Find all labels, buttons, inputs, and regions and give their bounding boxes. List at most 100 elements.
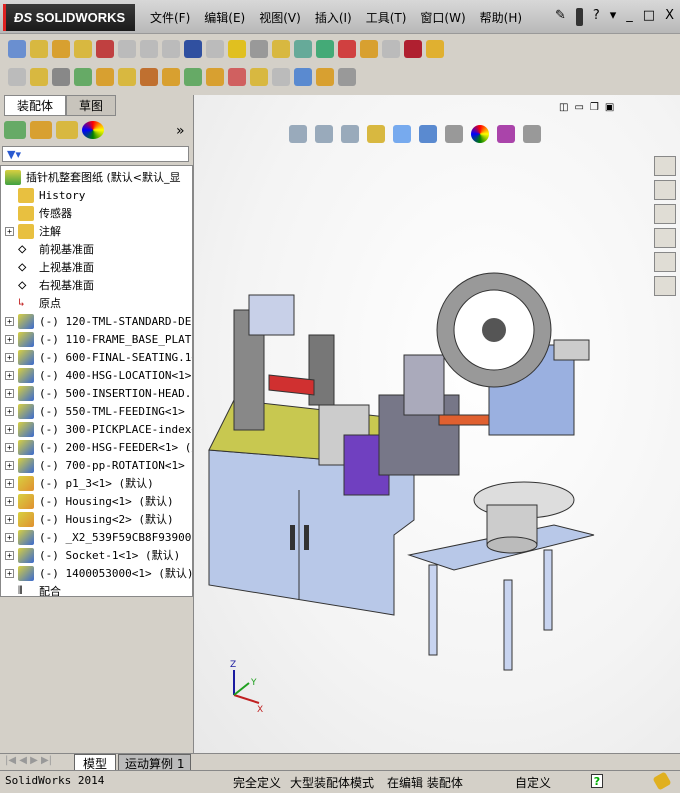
tree-root[interactable]: 插针机整套图纸 (默认<默认_显: [5, 168, 181, 186]
expand-toggle[interactable]: +: [5, 478, 14, 488]
tree-item[interactable]: + (-) _X2_539F59CB8F9390015: [5, 528, 192, 546]
measure-icon[interactable]: [30, 40, 48, 58]
expand-toggle[interactable]: +: [5, 568, 14, 578]
menu-edit[interactable]: 编辑(E): [204, 9, 245, 26]
tab-scroll-arrows[interactable]: |◀ ◀ ▶ ▶|: [5, 755, 52, 766]
menu-window[interactable]: 窗口(W): [420, 9, 465, 26]
menu-view[interactable]: 视图(V): [259, 9, 301, 26]
filter-input[interactable]: ▼▾: [2, 146, 189, 162]
tab-sketch[interactable]: 草图: [66, 95, 117, 116]
smart-fasteners-icon[interactable]: [96, 68, 114, 86]
tree-item[interactable]: + 注解: [5, 222, 61, 240]
view-palette-tab-icon[interactable]: [654, 228, 676, 248]
section-properties-icon[interactable]: [74, 40, 92, 58]
tree-item[interactable]: + (-) Housing<2> (默认): [5, 510, 174, 528]
expand-toggle[interactable]: +: [5, 496, 14, 506]
tree-item[interactable]: + (-) 120-TML-STANDARD-DERE: [5, 312, 192, 330]
tree-item[interactable]: + (-) 600-FINAL-SEATING.1<1: [5, 348, 192, 366]
expand-toggle[interactable]: +: [5, 550, 14, 560]
expand-toggle[interactable]: +: [5, 316, 14, 326]
import-diagnostics-icon[interactable]: [140, 40, 158, 58]
geometry-analysis-icon[interactable]: [118, 40, 136, 58]
tag-icon[interactable]: [652, 771, 672, 791]
tree-item[interactable]: + (-) 500-INSERTION-HEAD.1.: [5, 384, 192, 402]
show-hidden-icon[interactable]: [140, 68, 158, 86]
help-button[interactable]: ?: [593, 8, 600, 26]
move-component-icon[interactable]: [118, 68, 136, 86]
equations-icon[interactable]: [184, 40, 202, 58]
minimize-button[interactable]: _: [626, 8, 633, 26]
exploded-view-icon[interactable]: [250, 68, 268, 86]
spell-check-icon[interactable]: [8, 40, 26, 58]
menu-insert[interactable]: 插入(I): [315, 9, 352, 26]
expand-toggle[interactable]: +: [5, 514, 14, 524]
menu-file[interactable]: 文件(F): [150, 9, 190, 26]
graphics-viewport[interactable]: ◫ ▭ ❐ ▣ Z Y X: [193, 95, 680, 755]
simulation-icon[interactable]: [338, 40, 356, 58]
expand-toggle[interactable]: +: [5, 352, 14, 362]
assembly-features-icon[interactable]: [162, 68, 180, 86]
tree-item[interactable]: + (-) p1_3<1> (默认): [5, 474, 154, 492]
mate-icon[interactable]: [52, 68, 70, 86]
tree-item[interactable]: History: [5, 186, 85, 204]
expand-toggle[interactable]: +: [5, 532, 14, 542]
property-manager-tab-icon[interactable]: [30, 121, 52, 139]
expand-toggle[interactable]: +: [5, 406, 14, 416]
performance-icon[interactable]: [316, 40, 334, 58]
expand-toggle[interactable]: +: [5, 460, 14, 470]
expand-toggle[interactable]: +: [5, 388, 14, 398]
units-selector[interactable]: 自定义: [515, 774, 551, 791]
check-icon[interactable]: [96, 40, 114, 58]
file-explorer-tab-icon[interactable]: [654, 204, 676, 224]
menu-help[interactable]: 帮助(H): [480, 9, 522, 26]
close-button[interactable]: X: [665, 8, 674, 26]
traffic-light-icon[interactable]: [575, 8, 583, 26]
bill-of-materials-icon[interactable]: [228, 68, 246, 86]
tree-item[interactable]: + (-) 700-pp-ROTATION<1> (默: [5, 456, 192, 474]
tree-item[interactable]: ⫴ 配合: [5, 582, 61, 597]
tree-item[interactable]: + (-) 550-TML-FEEDING<1> (默: [5, 402, 192, 420]
tree-item[interactable]: + (-) 110-FRAME_BASE_PLATE<: [5, 330, 192, 348]
tree-item[interactable]: + (-) 400-HSG-LOCATION<1>: [5, 366, 191, 384]
expand-toggle[interactable]: +: [5, 370, 14, 380]
tree-item[interactable]: + (-) 200-HSG-FEEDER<1> (默: [5, 438, 192, 456]
tree-item[interactable]: + (-) 1400053000<1> (默认): [5, 564, 192, 582]
mass-properties-icon[interactable]: [52, 40, 70, 58]
tree-item[interactable]: ◇ 前视基准面: [5, 240, 94, 258]
tree-item[interactable]: + (-) Housing<1> (默认): [5, 492, 174, 510]
solidworks-logo[interactable]: ƉS SOLIDWORKS: [3, 4, 135, 31]
display-manager-tab-icon[interactable]: [82, 121, 104, 139]
resources-tab-icon[interactable]: [654, 156, 676, 176]
expand-panel-button[interactable]: »: [176, 123, 185, 139]
new-motion-study-icon[interactable]: [206, 68, 224, 86]
update-speedpak-icon[interactable]: [316, 68, 334, 86]
tree-item[interactable]: + (-) 300-PICKPLACE-index<1: [5, 420, 192, 438]
draft-analysis-icon[interactable]: [206, 40, 224, 58]
reference-geometry-icon[interactable]: [184, 68, 202, 86]
hole-alignment-icon[interactable]: [272, 40, 290, 58]
custom-properties-tab-icon[interactable]: [654, 276, 676, 296]
tree-item[interactable]: 传感器: [5, 204, 72, 222]
configuration-manager-tab-icon[interactable]: [56, 121, 78, 139]
take-snapshot-icon[interactable]: [338, 68, 356, 86]
new-part-icon[interactable]: [30, 68, 48, 86]
expand-toggle[interactable]: +: [5, 424, 14, 434]
expand-toggle[interactable]: +: [5, 226, 14, 236]
insert-component-icon[interactable]: [8, 68, 26, 86]
help-dropdown[interactable]: ▾: [610, 8, 617, 26]
menu-tools[interactable]: 工具(T): [366, 9, 407, 26]
appearances-tab-icon[interactable]: [654, 252, 676, 272]
compare-icon[interactable]: [382, 40, 400, 58]
tree-item[interactable]: ◇ 上视基准面: [5, 258, 94, 276]
pin-icon[interactable]: ✎: [555, 8, 566, 26]
explode-line-icon[interactable]: [272, 68, 290, 86]
assembly-visualization-icon[interactable]: [294, 40, 312, 58]
expand-toggle[interactable]: +: [5, 334, 14, 344]
color-icon[interactable]: [404, 40, 422, 58]
deviation-icon[interactable]: [162, 40, 180, 58]
design-check-icon[interactable]: [360, 40, 378, 58]
render-icon[interactable]: [426, 40, 444, 58]
tree-item[interactable]: ↳ 原点: [5, 294, 61, 312]
feature-manager-tab-icon[interactable]: [4, 121, 26, 139]
interference-icon[interactable]: [228, 40, 246, 58]
